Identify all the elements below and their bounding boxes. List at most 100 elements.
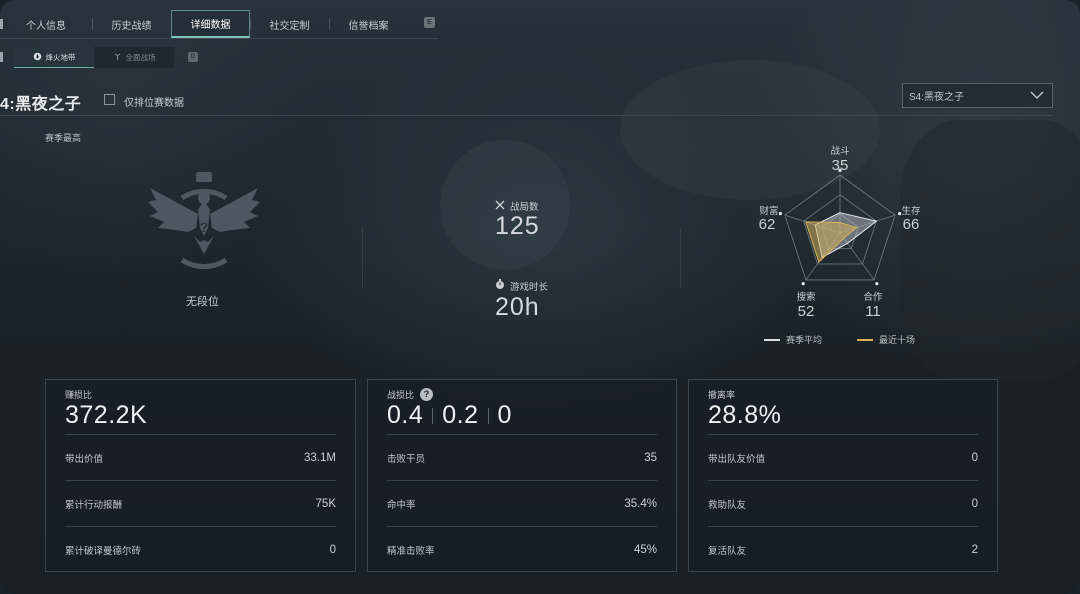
playtime-label: 游戏时长 [510,282,549,293]
tab-personal-info[interactable]: 个人信息 [0,10,92,38]
value-separator [487,407,489,424]
stat-label: 救助队友 [708,500,747,511]
stat-label: 累计破译曼德尔砖 [65,546,142,557]
tab-label: 历史战绩 [111,20,152,32]
card-main-value: 372.2K [65,401,148,429]
legend-season-average: 赛季平均 [764,333,822,346]
kd-value: 0 [497,401,512,429]
card-title-text: 赚损比 [65,390,93,400]
stopwatch-icon [495,279,505,293]
card-title-text: 撤离率 [708,390,736,400]
radar-value-wealth: 62 [758,216,776,233]
radar-value-survival: 66 [902,216,920,233]
radar-label-survival: 生存 [901,206,921,217]
radar-label-search: 搜索 [796,292,816,303]
stat-label: 击败干员 [387,454,426,465]
stat-row: 击败干员 35 [387,434,657,481]
tab-match-history[interactable]: 历史战绩 [92,10,171,38]
tab-label: 详细数据 [190,20,231,31]
svg-text:?: ? [200,219,209,235]
mode-tabs: 烽火地带 全面战场 [14,47,174,68]
legend-recent-ten: 最近十场 [857,333,915,346]
stat-value: 2 [971,544,978,556]
ranked-only-label[interactable]: 仅排位赛数据 [124,94,184,109]
stat-row: 累计行动报酬 75K [65,480,336,527]
stat-label: 精准击败率 [387,546,435,557]
legend-line-gold [857,338,873,341]
legend-label: 赛季平均 [786,335,823,345]
stat-value: 75K [315,498,336,510]
stat-value: 33.1M [304,452,336,464]
stat-row: 带出价值 33.1M [65,434,336,481]
kd-value: 0.4 [387,401,424,429]
extract-card: 撤离率 28.8% 带出队友价值 0 救助队友 0 复活队友 2 [688,379,998,572]
help-icon[interactable]: ? [420,388,434,401]
stat-label: 带出价值 [65,454,104,465]
stat-value: 0 [971,452,978,464]
tab-label: 个人信息 [26,20,66,32]
stat-value: 35 [644,452,657,464]
season-dropdown-value: S4:黑夜之子 [909,92,965,103]
profit-card: 赚损比 372.2K 带出价值 33.1M 累计行动报酬 75K 累计破译曼德尔砖 0 [45,379,356,572]
tab-social-custom[interactable]: 社交定制 [250,10,329,38]
eagle-rank-emblem-icon: ? [146,170,262,287]
tab-label: 信誉档案 [348,20,389,32]
tab-shortcut-key: E [424,17,435,28]
value-separator [432,407,434,424]
legend-label: 最近十场 [879,335,916,345]
season-dropdown[interactable]: S4:黑夜之子 [902,83,1053,108]
stat-row: 带出队友价值 0 [708,434,978,481]
subtab-label: 全面战场 [125,53,156,62]
header-divider [0,115,1052,116]
stat-label: 累计行动报酬 [65,500,123,511]
tab-reputation[interactable]: 信誉档案 [329,10,408,38]
playtime-value: 20h [495,293,540,321]
radar-label-teamwork: 合作 [863,292,883,303]
tab-detailed-data[interactable]: 详细数据 [171,10,250,38]
card-title: 撤离率 [708,388,735,401]
stat-row: 复活队友 2 [708,526,978,573]
stats-divider [362,228,363,288]
stat-row: 精准击败率 45% [387,526,657,573]
kd-value: 0.2 [442,401,479,429]
tab-label: 社交定制 [269,20,310,32]
card-main-value: 0.4 0.2 0 [387,401,512,430]
main-tabs: 个人信息 历史战绩 详细数据 社交定制 信誉档案 [0,10,438,39]
stat-value: 0 [329,544,336,556]
radar-axis-dot [801,282,805,286]
stat-value: 45% [633,544,657,556]
radar-label-combat: 战斗 [830,146,850,157]
profile-detail-panel: 个人信息 历史战绩 详细数据 社交定制 信誉档案 E 烽火地带 全面战场 D 4… [0,0,1080,594]
subtab-hazard-zone[interactable]: 烽火地带 [14,47,94,68]
left-edge-marker [0,52,3,62]
stat-row: 救助队友 0 [708,480,978,527]
radar-axis-dot [875,282,879,286]
legend-line-white [764,338,780,341]
combat-card: 战损比 ? 0.4 0.2 0 击败干员 35 命中率 35.4% 精准击败率 45% [367,379,677,572]
playtime-title: 游戏时长 [495,279,548,293]
stats-divider [680,228,681,288]
matches-title: 战局数 [495,199,539,213]
card-title: 战损比 ? [387,388,434,401]
radar-value-combat: 35 [831,157,849,174]
flame-icon [33,52,42,63]
card-title: 赚损比 [65,388,92,401]
ranked-only-checkbox[interactable] [104,94,115,105]
stat-label: 带出队友价值 [708,454,766,465]
stat-value: 35.4% [624,498,657,510]
chevron-down-icon [1030,90,1044,103]
subtab-label: 烽火地带 [45,52,76,62]
season-title: 4:黑夜之子 [0,96,82,113]
crossed-swords-icon [495,200,505,213]
matches-value: 125 [495,212,540,240]
subtab-battlefield[interactable]: 全面战场 [94,47,174,68]
stat-label: 命中率 [387,500,416,511]
background-mountain [900,120,1080,380]
radar-label-wealth: 财富 [759,206,779,217]
stat-value: 0 [971,498,978,510]
antenna-icon [113,52,122,63]
rank-label: 无段位 [186,296,219,308]
stat-row: 累计破译曼德尔砖 0 [65,526,336,573]
radar-value-teamwork: 11 [865,303,881,320]
card-main-value: 28.8% [708,401,782,429]
